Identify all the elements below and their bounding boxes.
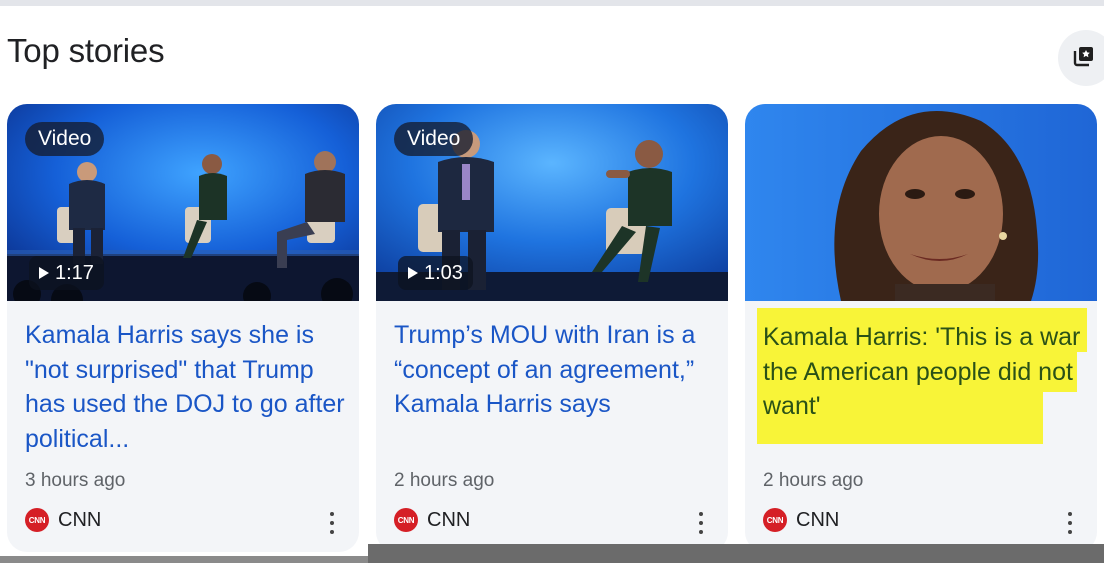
bottom-edge	[0, 556, 368, 563]
play-icon	[39, 267, 49, 279]
cnn-logo-icon: CNN	[763, 508, 787, 532]
more-options-button[interactable]	[698, 512, 704, 534]
video-duration: 1:03	[398, 256, 473, 290]
story-card[interactable]: Video 1:03 Trump’s MOU with Iran is a “c…	[376, 104, 728, 552]
top-stories-carousel: Video 1:17 Kamala Harris says she is "no…	[0, 104, 1104, 554]
duration-label: 1:17	[55, 262, 94, 284]
cnn-logo-icon: CNN	[394, 508, 418, 532]
story-timestamp: 3 hours ago	[25, 470, 126, 491]
bookmark-star-icon	[1072, 44, 1096, 73]
cnn-logo-icon: CNN	[25, 508, 49, 532]
story-thumbnail[interactable]	[745, 104, 1097, 301]
story-headline-link[interactable]: Trump’s MOU with Iran is a “concept of a…	[394, 318, 716, 422]
source-name: CNN	[796, 508, 840, 531]
story-card[interactable]: Video 1:17 Kamala Harris says she is "no…	[7, 104, 359, 552]
story-source[interactable]: CNN CNN	[25, 508, 101, 532]
story-source[interactable]: CNN CNN	[763, 508, 839, 532]
story-headline-link[interactable]: Kamala Harris says she is "not surprised…	[25, 318, 347, 456]
story-thumbnail-video[interactable]: Video 1:03	[376, 104, 728, 301]
video-duration: 1:17	[29, 256, 104, 290]
play-icon	[408, 267, 418, 279]
story-card[interactable]: Kamala Harris: 'This is a war the Americ…	[745, 104, 1097, 552]
horizontal-scrollbar[interactable]	[368, 544, 1104, 563]
duration-label: 1:03	[424, 262, 463, 284]
story-timestamp: 2 hours ago	[394, 470, 495, 491]
more-vert-icon	[699, 512, 703, 516]
video-badge: Video	[394, 122, 474, 156]
save-stories-button[interactable]	[1058, 30, 1104, 86]
section-title: Top stories	[7, 32, 165, 69]
more-vert-icon	[330, 512, 334, 516]
more-options-button[interactable]	[1067, 512, 1073, 534]
top-divider	[0, 0, 1104, 6]
source-name: CNN	[58, 508, 102, 531]
source-name: CNN	[427, 508, 471, 531]
more-options-button[interactable]	[329, 512, 335, 534]
portrait-photo	[745, 104, 1097, 301]
video-badge: Video	[25, 122, 105, 156]
story-headline-link[interactable]: Kamala Harris: 'This is a war the Americ…	[763, 320, 1085, 424]
story-source[interactable]: CNN CNN	[394, 508, 470, 532]
more-vert-icon	[1068, 512, 1072, 516]
story-timestamp: 2 hours ago	[763, 470, 864, 491]
story-thumbnail-video[interactable]: Video 1:17	[7, 104, 359, 301]
